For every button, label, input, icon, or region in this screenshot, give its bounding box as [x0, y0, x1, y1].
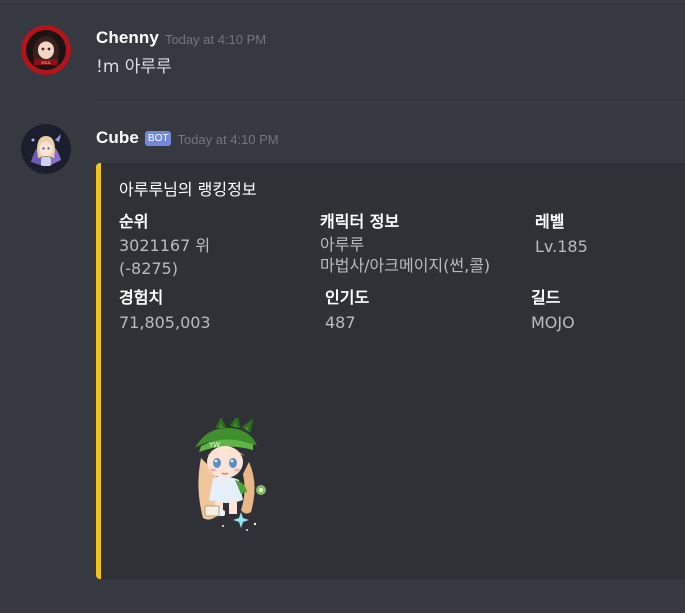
field-level-name: 레벨 [535, 212, 565, 231]
message-header: Cube BOT Today at 4:10 PM [96, 127, 279, 149]
user-avatar[interactable]: SOUL [21, 25, 71, 75]
field-character-job: 마법사/아크메이지(썬,콜) [320, 256, 491, 275]
message-divider [95, 102, 685, 103]
field-character-value: 아루루 [320, 235, 365, 254]
field-rank-name: 순위 [119, 212, 149, 231]
svg-text:SOUL: SOUL [41, 61, 51, 65]
field-guild-name: 길드 [531, 288, 561, 307]
timestamp: Today at 4:10 PM [164, 31, 267, 47]
field-exp-value: 71,805,003 [119, 313, 211, 332]
field-fame-name: 인기도 [325, 288, 370, 307]
ranking-embed: 아루루님의 랭킹정보 순위 3021167 위 (-8275) 캐릭터 정보 아… [96, 163, 685, 579]
field-rank-change: (-8275) [119, 259, 178, 278]
timestamp: Today at 4:10 PM [177, 131, 279, 147]
field-fame-value: 487 [325, 313, 356, 332]
field-level-value: Lv.185 [535, 237, 588, 256]
character-sprite-image[interactable]: YW [187, 414, 277, 533]
username[interactable]: Chenny [96, 28, 159, 48]
username[interactable]: Cube [96, 128, 139, 148]
top-divider [0, 1, 685, 2]
field-exp-name: 경험치 [119, 288, 164, 307]
message-header: Chenny Today at 4:10 PM [96, 27, 266, 49]
bot-avatar[interactable] [21, 124, 71, 174]
field-rank-value: 3021167 위 [119, 236, 211, 255]
chat-log: SOUL Chenny Today at 4:10 PM !m 아루루 Cube… [0, 0, 685, 613]
field-guild-value: MOJO [531, 313, 575, 332]
embed-title: 아루루님의 랭킹정보 [119, 180, 257, 199]
bot-tag-badge: BOT [144, 130, 172, 146]
field-character-name: 캐릭터 정보 [320, 212, 400, 231]
message-content: !m 아루루 [96, 57, 172, 77]
